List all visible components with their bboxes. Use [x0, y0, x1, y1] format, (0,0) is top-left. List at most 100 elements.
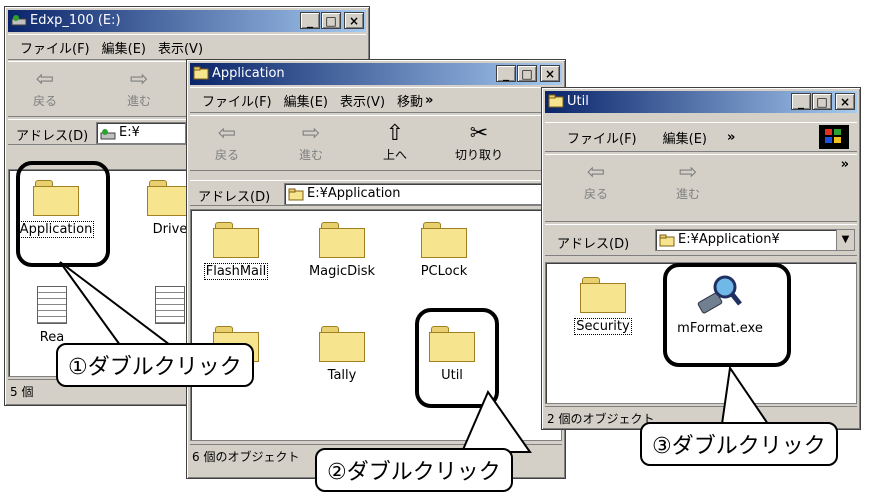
document-icon: [37, 286, 67, 324]
windows-logo-icon: [819, 125, 849, 149]
item-label: Security: [574, 318, 632, 335]
menu-more[interactable]: »: [425, 93, 433, 108]
maximize-button[interactable]: □: [812, 93, 832, 110]
toolbar: ⇦ 戻る ⇨ 進む ⇧ 上へ ✂ 切り取り: [190, 115, 562, 171]
item-label: Tally: [327, 368, 357, 383]
highlight-util-folder: [415, 308, 499, 408]
close-button[interactable]: ×: [344, 12, 364, 29]
minimize-button[interactable]: _: [300, 12, 320, 29]
menubar: ファイル(F) 編集(E) 表示(V): [8, 34, 366, 60]
menu-more[interactable]: »: [727, 130, 735, 145]
menubar: ファイル(F) 編集(E) »: [545, 122, 857, 152]
forward-arrow-icon: ⇨: [301, 121, 321, 146]
back-button[interactable]: ⇦ 戻る: [18, 68, 72, 109]
highlight-application-folder: [16, 161, 110, 267]
forward-button[interactable]: ⇨ 進む: [112, 68, 166, 109]
callout-second: ②ダブルクリック: [315, 448, 513, 492]
menu-file[interactable]: ファイル(F): [202, 91, 272, 110]
forward-arrow-icon: ⇨: [129, 67, 149, 92]
folder-icon: [548, 94, 564, 108]
close-button[interactable]: ×: [835, 93, 855, 110]
address-label: アドレス(D): [557, 237, 630, 252]
window-title: Edxp_100 (E:): [30, 13, 121, 28]
address-field[interactable]: E:¥: [96, 122, 186, 144]
folder-item-security[interactable]: Security: [560, 277, 646, 335]
file-view: FlashMail MagicDisk PCLock Tally Util: [190, 209, 562, 441]
drive-icon: [100, 129, 116, 140]
menu-edit[interactable]: 編集(E): [102, 38, 146, 57]
callout-first: ①ダブルクリック: [56, 343, 254, 387]
item-label: PCLock: [420, 264, 468, 279]
menu-file[interactable]: ファイル(F): [20, 38, 90, 57]
back-arrow-icon: ⇦: [35, 67, 55, 92]
toolbar-more[interactable]: »: [841, 157, 849, 172]
forward-label: 進む: [675, 187, 700, 201]
highlight-mformat-exe: [663, 263, 791, 367]
folder-item-magicdisk[interactable]: MagicDisk: [299, 222, 385, 279]
forward-label: 進む: [126, 94, 151, 108]
window-title: Util: [567, 94, 589, 109]
up-folder-icon: ⇧: [385, 121, 405, 146]
folder-icon: [288, 188, 304, 201]
menu-edit[interactable]: 編集(E): [663, 128, 707, 147]
back-label: 戻る: [583, 187, 608, 201]
address-field[interactable]: E:¥Application¥ ▼: [655, 229, 855, 251]
folder-icon: [319, 222, 365, 258]
window-application: Application _ □ × ファイル(F) 編集(E) 表示(V) 移動…: [186, 59, 566, 479]
minimize-button[interactable]: _: [791, 93, 811, 110]
callout-third: ③ダブルクリック: [640, 422, 838, 466]
address-dropdown-icon[interactable]: ▼: [836, 230, 854, 250]
scissors-icon: ✂: [469, 121, 489, 146]
titlebar[interactable]: Application _ □ ×: [190, 63, 562, 85]
minimize-button[interactable]: _: [496, 65, 516, 82]
window-controls: _ □ ×: [299, 12, 364, 29]
close-button[interactable]: ×: [540, 65, 560, 82]
status-text: 5 個: [10, 385, 34, 399]
window-util: Util _ □ × ファイル(F) 編集(E) » ⇦ 戻る ⇨ 進む » ア…: [541, 87, 861, 430]
folder-icon: [580, 277, 626, 313]
back-arrow-icon: ⇦: [586, 160, 606, 185]
drive-icon: [11, 15, 27, 26]
address-bar: アドレス(D) E:¥Application: [190, 180, 564, 206]
address-label: アドレス(D): [198, 190, 271, 205]
titlebar[interactable]: Edxp_100 (E:) _ □ ×: [8, 10, 366, 32]
address-value: E:¥Application: [307, 186, 401, 201]
forward-arrow-icon: ⇨: [678, 160, 698, 185]
cut-label: 切り取り: [454, 148, 503, 162]
folder-icon: [659, 234, 675, 247]
window-controls: _ □ ×: [495, 65, 560, 82]
callout-text: ①ダブルクリック: [68, 355, 242, 380]
item-label: Drive: [152, 222, 188, 237]
back-button[interactable]: ⇦ 戻る: [200, 122, 254, 163]
address-field[interactable]: E:¥Application: [284, 183, 564, 205]
forward-button[interactable]: ⇨ 進む: [284, 122, 338, 163]
maximize-button[interactable]: □: [321, 12, 341, 29]
menu-view[interactable]: 表示(V): [340, 91, 385, 110]
address-label: アドレス(D): [16, 129, 89, 144]
back-button[interactable]: ⇦ 戻る: [569, 161, 623, 202]
address-bar: アドレス(D) E:¥Application¥ ▼: [545, 224, 857, 256]
callout-text: ③ダブルクリック: [652, 434, 826, 459]
menu-edit[interactable]: 編集(E): [284, 91, 328, 110]
item-label: FlashMail: [203, 263, 269, 280]
titlebar[interactable]: Util _ □ ×: [545, 91, 857, 113]
back-label: 戻る: [32, 94, 57, 108]
menu-view[interactable]: 表示(V): [158, 38, 203, 57]
document-icon: [155, 286, 185, 324]
cut-button[interactable]: ✂ 切り取り: [452, 122, 506, 163]
up-button[interactable]: ⇧ 上へ: [368, 122, 422, 163]
folder-item-pclock[interactable]: PCLock: [401, 222, 487, 279]
menubar: ファイル(F) 編集(E) 表示(V) 移動 »: [190, 87, 562, 113]
folder-item-tally[interactable]: Tally: [299, 326, 385, 383]
forward-label: 進む: [298, 148, 323, 162]
folder-item-flashmail[interactable]: FlashMail: [193, 222, 279, 280]
file-item-readme[interactable]: Rea: [9, 286, 95, 345]
menu-file[interactable]: ファイル(F): [567, 128, 637, 147]
item-label: MagicDisk: [308, 264, 376, 279]
folder-icon: [213, 222, 259, 258]
menu-go[interactable]: 移動: [397, 91, 423, 110]
maximize-button[interactable]: □: [517, 65, 537, 82]
up-label: 上へ: [382, 148, 407, 162]
forward-button[interactable]: ⇨ 進む: [661, 161, 715, 202]
callout-text: ②ダブルクリック: [327, 460, 501, 485]
